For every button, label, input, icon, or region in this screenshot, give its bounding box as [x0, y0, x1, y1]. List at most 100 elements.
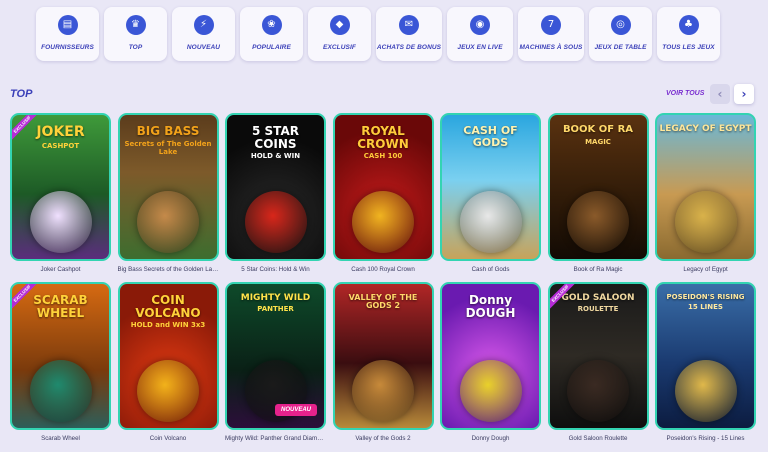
- game-caption: Scarab Wheel: [41, 435, 80, 442]
- game-caption: Poseidon's Rising - 15 Lines: [666, 435, 745, 442]
- game-character-art: [29, 360, 92, 422]
- game-grid: JOKER CASHPOT EXCLUSIF Joker Cashpot BIG BAS…: [10, 113, 756, 445]
- category-button-exclusif[interactable]: ◆ EXCLUSIF: [308, 7, 371, 61]
- game-card[interactable]: SCARAB WHEEL EXCLUSIF Scarab Wheel: [10, 282, 111, 445]
- game-art-title: LEGACY OF EGYPT: [659, 124, 752, 134]
- game-character-art: [459, 191, 522, 253]
- next-button[interactable]: ›: [734, 84, 754, 104]
- game-thumbnail[interactable]: GOLD SALOON ROULETTE EXCLUSIF: [547, 282, 649, 430]
- category-label: POPULAIRE: [252, 44, 291, 51]
- game-card[interactable]: ROYAL CROWN CASH 100 Cash 100 Royal Crown: [332, 113, 434, 276]
- crown-icon: ♛: [125, 15, 146, 35]
- category-button-machines-sous[interactable]: 7 MACHINES À SOUS: [518, 7, 584, 61]
- game-art-title: Donny DOUGH: [465, 293, 516, 320]
- game-art-subtitle: CASHPOT: [41, 141, 80, 150]
- game-thumbnail[interactable]: BOOK OF RA MAGIC: [547, 113, 649, 261]
- lightning-icon: ⚡: [193, 15, 214, 35]
- category-label: JEUX EN LIVE: [457, 44, 503, 51]
- game-character-art: [244, 191, 307, 253]
- game-thumbnail[interactable]: BIG BASS Secrets of The Golden Lake: [117, 113, 219, 261]
- game-card[interactable]: POSEIDON'S RISING 15 LINES Poseidon's Risi…: [655, 282, 756, 445]
- game-art-title: BOOK OF RA: [562, 124, 634, 135]
- category-button-tous-les-jeux[interactable]: ♣ TOUS LES JEUX: [657, 7, 720, 61]
- game-card[interactable]: GOLD SALOON ROULETTE EXCLUSIF Gold Saloon R…: [547, 282, 649, 445]
- category-label: JEUX DE TABLE: [594, 44, 647, 51]
- game-caption: Cash of Gods: [471, 266, 510, 273]
- category-button-achats-de-bonus[interactable]: ✉ ACHATS DE BONUS: [376, 7, 442, 61]
- category-label: TOP: [128, 44, 143, 51]
- book-icon: ▤: [57, 15, 78, 35]
- category-button-fournisseurs[interactable]: ▤ FOURNISSEURS: [36, 7, 99, 61]
- game-caption: Cash 100 Royal Crown: [351, 266, 415, 273]
- game-caption: Book of Ra Magic: [573, 266, 623, 273]
- game-card[interactable]: VALLEY OF THE GODS 2 Valley of the Gods 2: [332, 282, 434, 445]
- game-caption: Legacy of Egypt: [683, 266, 728, 273]
- game-art-title: SCARAB WHEEL: [33, 293, 88, 320]
- game-card[interactable]: BOOK OF RA MAGIC Book of Ra Magic: [547, 113, 649, 276]
- game-caption: Coin Volcano: [149, 435, 187, 442]
- game-thumbnail[interactable]: SCARAB WHEEL EXCLUSIF: [10, 282, 111, 430]
- category-button-nouveau[interactable]: ⚡ NOUVEAU: [172, 7, 235, 61]
- category-button-jeux-de-table[interactable]: ◎ JEUX DE TABLE: [589, 7, 652, 61]
- live-icon: ◉: [470, 15, 490, 35]
- category-label: TOUS LES JEUX: [662, 44, 715, 51]
- game-thumbnail[interactable]: POSEIDON'S RISING 15 LINES: [655, 282, 756, 430]
- game-card[interactable]: Donny DOUGH Donny Dough: [440, 282, 541, 445]
- game-thumbnail[interactable]: JOKER CASHPOT EXCLUSIF: [10, 113, 111, 261]
- category-label: MACHINES À SOUS: [519, 44, 583, 51]
- game-art-subtitle: HOLD and WIN 3x3: [130, 321, 206, 330]
- roulette-icon: ◎: [610, 15, 631, 35]
- game-thumbnail[interactable]: CASH OF GODS: [440, 113, 541, 261]
- game-art-subtitle: PANTHER: [257, 305, 294, 314]
- game-thumbnail[interactable]: LEGACY OF EGYPT: [655, 113, 756, 261]
- cherries-icon: ♣: [678, 15, 699, 35]
- game-thumbnail[interactable]: 5 STAR COINS HOLD & WIN: [225, 113, 326, 261]
- game-thumbnail[interactable]: Donny DOUGH: [440, 282, 541, 430]
- game-caption: Joker Cashpot: [40, 266, 81, 273]
- game-character-art: [137, 360, 199, 422]
- game-art-subtitle: CASH 100: [363, 152, 403, 161]
- game-card[interactable]: CASH OF GODS Cash of Gods: [440, 113, 541, 276]
- game-character-art: [459, 360, 522, 422]
- game-card[interactable]: LEGACY OF EGYPT Legacy of Egypt: [655, 113, 756, 276]
- game-art-title: CASH OF GODS: [463, 124, 518, 149]
- category-button-jeux-en-live[interactable]: ◉ JEUX EN LIVE: [447, 7, 513, 61]
- category-label: EXCLUSIF: [323, 44, 356, 51]
- game-card[interactable]: MIGHTY WILD PANTHER NOUVEAU Mighty Wild: Pa…: [225, 282, 326, 445]
- category-label: FOURNISSEURS: [41, 44, 94, 51]
- game-card[interactable]: 5 STAR COINS HOLD & WIN 5 Star Coins: Hold…: [225, 113, 326, 276]
- category-label: ACHATS DE BONUS: [376, 44, 442, 51]
- category-button-populaire[interactable]: ❀ POPULAIRE: [240, 7, 303, 61]
- category-label: NOUVEAU: [186, 44, 221, 51]
- category-button-top[interactable]: ♛ TOP: [104, 7, 167, 61]
- game-character-art: [567, 360, 629, 422]
- game-art-title: 5 STAR COINS: [252, 124, 299, 151]
- game-character-art: [352, 360, 414, 422]
- game-card[interactable]: COIN VOLCANO HOLD and WIN 3x3 Coin Volcano: [117, 282, 219, 445]
- game-card[interactable]: JOKER CASHPOT EXCLUSIF Joker Cashpot: [10, 113, 111, 276]
- game-caption: Mighty Wild: Panther Grand Diamond ...: [225, 435, 326, 442]
- game-art-subtitle: ROULETTE: [577, 305, 619, 314]
- slot-machine-icon: 7: [541, 15, 561, 35]
- game-art-title: BIG BASS: [136, 124, 200, 138]
- new-badge: NOUVEAU: [274, 404, 317, 416]
- game-art-title: GOLD SALOON: [561, 293, 635, 303]
- game-art-subtitle: Secrets of The Golden Lake: [124, 139, 212, 156]
- see-all-link[interactable]: VOIR TOUS: [666, 90, 704, 97]
- game-thumbnail[interactable]: MIGHTY WILD PANTHER NOUVEAU: [225, 282, 326, 430]
- game-art-title: VALLEY OF THE GODS 2: [348, 293, 418, 311]
- game-art-subtitle: 15 LINES: [688, 303, 723, 312]
- game-character-art: [352, 191, 414, 253]
- game-thumbnail[interactable]: COIN VOLCANO HOLD and WIN 3x3: [117, 282, 219, 430]
- game-art-title: ROYAL CROWN: [357, 124, 409, 151]
- game-caption: Donny Dough: [471, 435, 510, 442]
- game-character-art: [567, 191, 629, 253]
- category-bar: ▤ FOURNISSEURS ♛ TOP ⚡ NOUVEAU ❀ POPULAIRE ◆ EXCL…: [36, 7, 720, 61]
- game-card[interactable]: BIG BASS Secrets of The Golden Lake Big Ba…: [117, 113, 219, 276]
- game-art-title: MIGHTY WILD: [240, 293, 311, 303]
- game-thumbnail[interactable]: VALLEY OF THE GODS 2: [332, 282, 434, 430]
- flame-icon: ❀: [261, 15, 282, 35]
- game-art-subtitle: MAGIC: [585, 137, 611, 146]
- game-thumbnail[interactable]: ROYAL CROWN CASH 100: [332, 113, 434, 261]
- previous-button[interactable]: ‹: [710, 84, 730, 104]
